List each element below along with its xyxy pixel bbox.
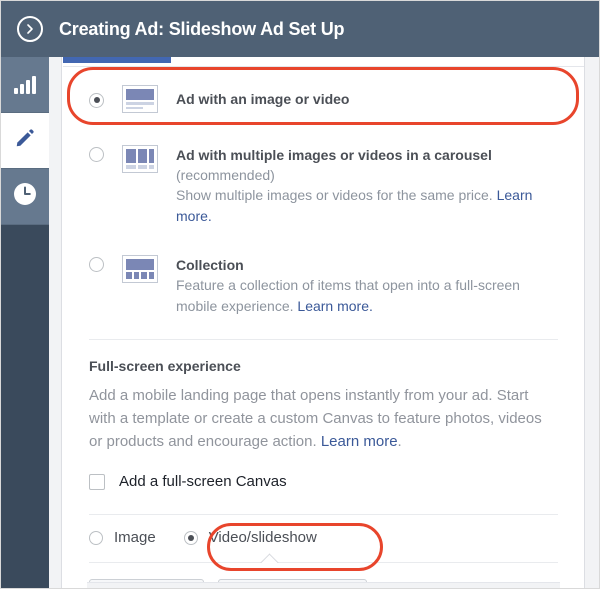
- fullscreen-section-body: Add a mobile landing page that opens ins…: [87, 384, 560, 467]
- format-option-description: Feature a collection of items that open …: [176, 275, 558, 317]
- clock-icon: [13, 182, 37, 211]
- tooltip-notch-icon: [257, 553, 283, 563]
- radio-image[interactable]: [89, 530, 103, 545]
- media-type-image-label: Image: [114, 529, 156, 546]
- radio-single-image[interactable]: [89, 92, 104, 108]
- facebook-ads-manager-window: Creating Ad: Slideshow Ad Set Up Ad with…: [0, 0, 600, 589]
- fullscreen-body-tail: .: [397, 433, 402, 450]
- pencil-icon: [14, 127, 36, 154]
- learn-more-link-collection[interactable]: Learn more.: [297, 298, 372, 314]
- radio-video-slideshow[interactable]: [183, 530, 198, 545]
- carousel-thumbnail: [122, 145, 158, 173]
- collapse-panel-button[interactable]: [1, 1, 59, 57]
- format-option-title: Ad with an image or video: [176, 91, 350, 107]
- canvas-checkbox[interactable]: [89, 473, 105, 490]
- format-option-collection[interactable]: Collection Feature a collection of items…: [87, 241, 560, 331]
- format-option-carousel[interactable]: Ad with multiple images or videos in a c…: [87, 131, 560, 241]
- media-type-row: Image Video/slideshow: [87, 515, 560, 562]
- sidebar-item-history[interactable]: [1, 169, 49, 225]
- chevron-right-circle-icon: [17, 16, 43, 42]
- left-gutter: [49, 57, 62, 588]
- format-option-description: Show multiple images or videos for the s…: [176, 185, 558, 227]
- format-option-subtitle: (recommended): [176, 167, 275, 183]
- media-type-video-label: Video/slideshow: [208, 529, 317, 546]
- sidebar-item-campaign[interactable]: [1, 57, 49, 113]
- page-title: Creating Ad: Slideshow Ad Set Up: [59, 18, 345, 39]
- format-option-single-image[interactable]: Ad with an image or video: [87, 67, 560, 131]
- media-type-video[interactable]: Video/slideshow: [183, 529, 317, 546]
- single-image-thumbnail: [122, 85, 158, 113]
- media-type-image[interactable]: Image: [89, 529, 156, 546]
- learn-more-link-fullscreen[interactable]: Learn more: [321, 433, 398, 450]
- window-header: Creating Ad: Slideshow Ad Set Up: [1, 1, 599, 57]
- sidebar-item-ad[interactable]: [1, 113, 49, 169]
- canvas-checkbox-label: Add a full-screen Canvas: [119, 473, 287, 490]
- format-option-title: Ad with multiple images or videos in a c…: [176, 147, 492, 163]
- bar-chart-icon: [14, 75, 36, 94]
- radio-collection[interactable]: [89, 257, 104, 272]
- collection-thumbnail: [122, 255, 158, 283]
- tab-strip: [63, 57, 584, 67]
- radio-carousel[interactable]: [89, 147, 104, 162]
- right-scroll-gutter[interactable]: [584, 57, 599, 588]
- ad-format-panel: Ad with an image or video Ad with multip…: [63, 57, 584, 588]
- fullscreen-section-title: Full-screen experience: [89, 358, 241, 374]
- fullscreen-body-text: Add a mobile landing page that opens ins…: [89, 387, 542, 450]
- format-option-title: Collection: [176, 257, 244, 273]
- left-nav-rail: [1, 57, 49, 588]
- active-tab-indicator: [63, 57, 171, 63]
- fullscreen-canvas-row[interactable]: Add a full-screen Canvas: [87, 467, 560, 506]
- bottom-panel-strip: [87, 582, 560, 588]
- button-divider: [89, 562, 558, 563]
- description-text: Show multiple images or videos for the s…: [176, 187, 497, 203]
